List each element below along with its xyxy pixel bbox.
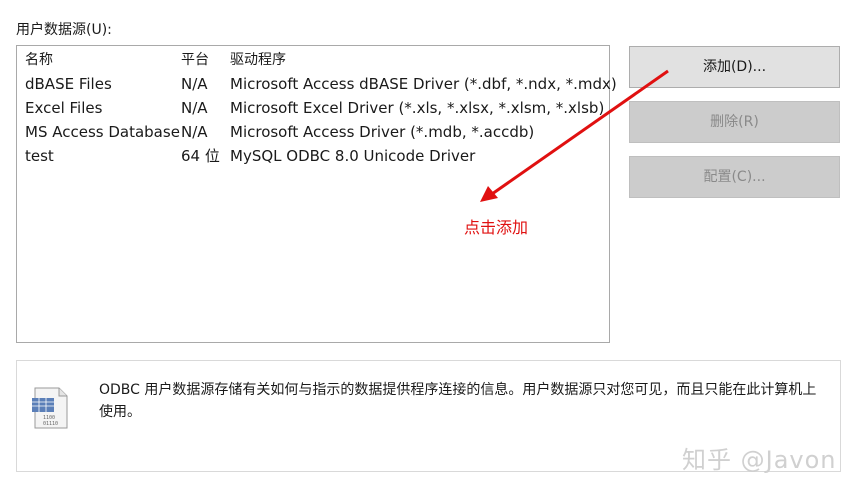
user-dsn-list[interactable]: 名称 平台 驱动程序 dBASE Files N/A Microsoft Acc…: [16, 45, 617, 343]
item-driver: MySQL ODBC 8.0 Unicode Driver: [230, 147, 476, 165]
item-platform: N/A: [181, 123, 208, 141]
list-item[interactable]: MS Access Database N/A Microsoft Access …: [17, 120, 609, 144]
item-driver: Microsoft Access dBASE Driver (*.dbf, *.…: [230, 75, 617, 93]
add-button[interactable]: 添加(D)...: [629, 46, 840, 88]
annotation-text: 点击添加: [464, 218, 529, 237]
list-item[interactable]: test 64 位 MySQL ODBC 8.0 Unicode Driver: [17, 144, 609, 168]
header-driver[interactable]: 驱动程序: [230, 48, 286, 72]
item-platform: N/A: [181, 99, 208, 117]
configure-button[interactable]: 配置(C)...: [629, 156, 840, 198]
user-dsn-label: 用户数据源(U):: [16, 22, 112, 38]
item-driver: Microsoft Access Driver (*.mdb, *.accdb): [230, 123, 535, 141]
remove-button[interactable]: 删除(R): [629, 101, 840, 143]
header-platform[interactable]: 平台: [181, 48, 209, 72]
data-source-icon: 1100 01110: [32, 387, 68, 429]
item-name: Excel Files: [25, 99, 103, 117]
list-item[interactable]: Excel Files N/A Microsoft Excel Driver (…: [17, 96, 609, 120]
header-name[interactable]: 名称: [25, 48, 53, 72]
item-platform: 64 位: [181, 147, 220, 165]
info-text: ODBC 用户数据源存储有关如何与指示的数据提供程序连接的信息。用户数据源只对您…: [99, 382, 817, 420]
item-driver: Microsoft Excel Driver (*.xls, *.xlsx, *…: [230, 99, 605, 117]
item-name: dBASE Files: [25, 75, 112, 93]
watermark: 知乎 @Javon: [682, 446, 837, 474]
svg-text:01110: 01110: [43, 421, 58, 427]
item-name: test: [25, 147, 54, 165]
item-name: MS Access Database: [25, 123, 180, 141]
list-header: 名称 平台 驱动程序: [17, 48, 609, 72]
item-platform: N/A: [181, 75, 208, 93]
list-item[interactable]: dBASE Files N/A Microsoft Access dBASE D…: [17, 72, 617, 96]
